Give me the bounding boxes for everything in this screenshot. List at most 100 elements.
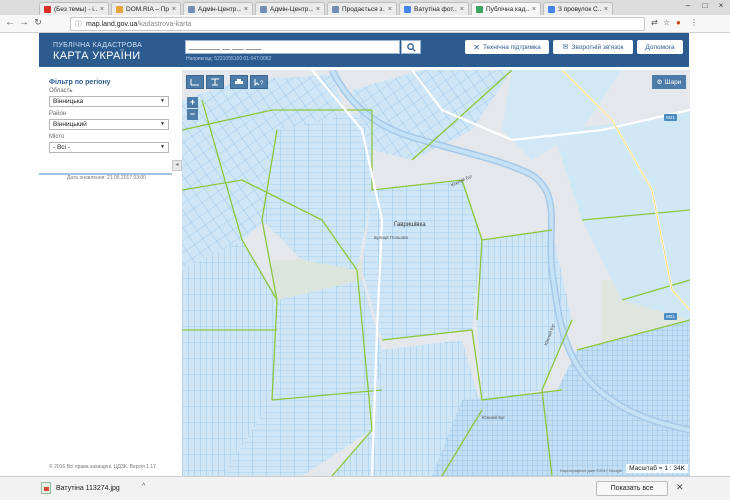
chevron-up-icon[interactable]: ^ bbox=[142, 483, 145, 490]
chevron-down-icon: ▼ bbox=[160, 121, 165, 127]
zoom-out-button[interactable]: − bbox=[187, 109, 198, 120]
measure-area-tool[interactable] bbox=[206, 75, 224, 89]
reload-icon[interactable]: ↻ bbox=[32, 17, 44, 28]
layers-label: Шари bbox=[664, 78, 682, 86]
extension-icon[interactable]: ● bbox=[676, 18, 681, 27]
zoom-in-button[interactable]: + bbox=[187, 97, 198, 108]
site-icon bbox=[260, 5, 267, 13]
search-icon bbox=[406, 42, 416, 52]
download-bar: Ватутіна 113274.jpg ^ Показать все ✕ bbox=[0, 476, 730, 500]
help-button[interactable]: Допомога bbox=[637, 40, 683, 54]
url-field[interactable]: ⓘ map.land.gov.ua/kadastrova-karta bbox=[70, 17, 645, 31]
cadastre-icon bbox=[476, 6, 483, 13]
layers-button[interactable]: ⚙ Шари bbox=[652, 75, 686, 89]
svg-text:?: ? bbox=[260, 81, 264, 86]
site-icon bbox=[332, 5, 339, 13]
cadastral-search-input[interactable]: ________ __ ___ ____ bbox=[185, 40, 400, 54]
browser-tab-label: Публічна кад... bbox=[486, 6, 529, 13]
browser-tab-label: Адмін-Центр... bbox=[198, 5, 241, 13]
download-item[interactable]: Ватутіна 113274.jpg bbox=[41, 482, 120, 494]
road-shield-m21: М21 bbox=[664, 114, 677, 121]
close-tab-icon[interactable]: × bbox=[316, 6, 320, 13]
close-icon[interactable]: ✕ bbox=[676, 482, 684, 493]
browser-tab-label: Адмін-Центр... bbox=[270, 5, 313, 13]
rayon-select[interactable]: Вінницький ▼ bbox=[49, 119, 169, 130]
minimize-window-icon[interactable]: – bbox=[680, 1, 696, 10]
area-icon bbox=[211, 78, 219, 86]
brand-line2: КАРТА УКРАЇНИ bbox=[53, 50, 141, 62]
river-label-3: Южний Буг bbox=[482, 415, 506, 420]
print-tool[interactable] bbox=[230, 75, 248, 89]
mail-icon: ✉ bbox=[562, 44, 569, 51]
city-value: - Всі - bbox=[53, 144, 70, 151]
close-window-icon[interactable]: × bbox=[713, 1, 729, 10]
oblast-select[interactable]: Вінницька ▼ bbox=[49, 96, 169, 107]
map-canvas[interactable] bbox=[182, 70, 690, 476]
browser-tab[interactable]: Адмін-Центр... × bbox=[255, 2, 325, 15]
google-icon bbox=[548, 5, 555, 13]
browser-tab[interactable]: (Без темы) - i... × bbox=[39, 2, 109, 15]
city-label: Місто bbox=[49, 134, 65, 140]
city-select[interactable]: - Всі - ▼ bbox=[49, 142, 169, 153]
close-tab-icon[interactable]: × bbox=[460, 6, 464, 13]
tech-support-button[interactable]: ✕ Технічна підтримка bbox=[465, 40, 549, 54]
close-tab-icon[interactable]: × bbox=[532, 6, 536, 13]
browser-tab[interactable]: Адмін-Центр... × bbox=[183, 2, 253, 15]
map-toolbar: ? bbox=[186, 75, 268, 89]
browser-tab-label: Ватутіна фот... bbox=[414, 5, 457, 13]
browser-address-bar: ← → ↻ ⓘ map.land.gov.ua/kadastrova-karta… bbox=[0, 15, 730, 33]
menu-icon[interactable]: ⋮ bbox=[690, 18, 698, 27]
translate-icon[interactable]: ⇄ bbox=[651, 18, 658, 27]
collapse-sidebar-button[interactable]: ◂ bbox=[172, 160, 182, 171]
print-icon bbox=[235, 79, 243, 84]
browser-tab[interactable]: DOM.RIA – Пр...× bbox=[111, 2, 181, 15]
brand-line1: ПУБЛІЧНА КАДАСТРОВА bbox=[53, 42, 143, 49]
cadastral-map[interactable]: ? + − ⚙ Шари Гавришівка вулиця Польова Ю… bbox=[182, 70, 690, 476]
scale-readout: Масштаб = 1 : 34K bbox=[626, 464, 688, 473]
browser-tab-label: DOM.RIA – Пр... bbox=[126, 5, 169, 13]
secure-icon: ⓘ bbox=[75, 21, 82, 28]
browser-tab[interactable]: Ватутіна фот... × bbox=[399, 2, 469, 15]
cursor-help-icon: ? bbox=[254, 79, 264, 86]
identify-tool[interactable]: ? bbox=[250, 75, 268, 89]
gear-icon: ⚙ bbox=[656, 79, 663, 86]
tech-support-label: Технічна підтримка bbox=[482, 43, 541, 51]
back-icon[interactable]: ← bbox=[4, 17, 16, 28]
url-path: /kadastrova-karta bbox=[137, 20, 192, 28]
google-icon bbox=[404, 5, 411, 13]
close-tab-icon[interactable]: × bbox=[244, 6, 248, 13]
copyright-footer: © 2016 Всі права захищені. ЦДЗК. Версія … bbox=[49, 464, 156, 470]
browser-tab-label: Продається з... bbox=[342, 5, 385, 13]
site-header: ПУБЛІЧНА КАДАСТРОВА КАРТА УКРАЇНИ ______… bbox=[39, 33, 689, 67]
help-label: Допомога bbox=[645, 43, 675, 51]
image-file-icon bbox=[41, 482, 51, 494]
search-button[interactable] bbox=[401, 40, 421, 54]
bookmark-star-icon[interactable]: ☆ bbox=[663, 18, 670, 27]
oblast-value: Вінницька bbox=[53, 98, 84, 105]
update-date: Дата оновлення: 21.05.2017 03:00 bbox=[67, 175, 146, 181]
tools-icon: ✕ bbox=[473, 42, 480, 52]
chevron-down-icon: ▼ bbox=[160, 98, 165, 104]
browser-tab-label: (Без темы) - i... bbox=[54, 5, 97, 13]
feedback-button[interactable]: ✉ Зворотній зв'язок bbox=[553, 40, 633, 54]
browser-tab[interactable]: Продається з... × bbox=[327, 2, 397, 15]
close-tab-icon[interactable]: × bbox=[172, 6, 176, 13]
street-label: вулиця Польова bbox=[374, 235, 408, 240]
ruler-icon bbox=[190, 79, 199, 86]
browser-tab[interactable]: З провулок С... × bbox=[543, 2, 613, 15]
road-shield-m21-2: М21 bbox=[664, 313, 677, 320]
rayon-label: Район bbox=[49, 111, 67, 117]
browser-tab-label: З провулок С... bbox=[558, 5, 601, 13]
filter-title: Фільтр по регіону bbox=[49, 79, 111, 86]
measure-distance-tool[interactable] bbox=[186, 75, 204, 89]
maximize-window-icon[interactable]: □ bbox=[697, 1, 713, 10]
close-tab-icon[interactable]: × bbox=[604, 6, 608, 13]
show-all-downloads-button[interactable]: Показать все bbox=[596, 481, 668, 496]
browser-tab-strip: (Без темы) - i...×DOM.RIA – Пр...×Адмін-… bbox=[0, 0, 730, 16]
oblast-label: Область bbox=[49, 88, 73, 94]
close-tab-icon[interactable]: × bbox=[100, 6, 104, 13]
domria-icon bbox=[116, 5, 123, 13]
forward-icon[interactable]: → bbox=[18, 17, 30, 28]
browser-tab[interactable]: Публічна кад... × bbox=[471, 2, 541, 16]
close-tab-icon[interactable]: × bbox=[388, 6, 392, 13]
